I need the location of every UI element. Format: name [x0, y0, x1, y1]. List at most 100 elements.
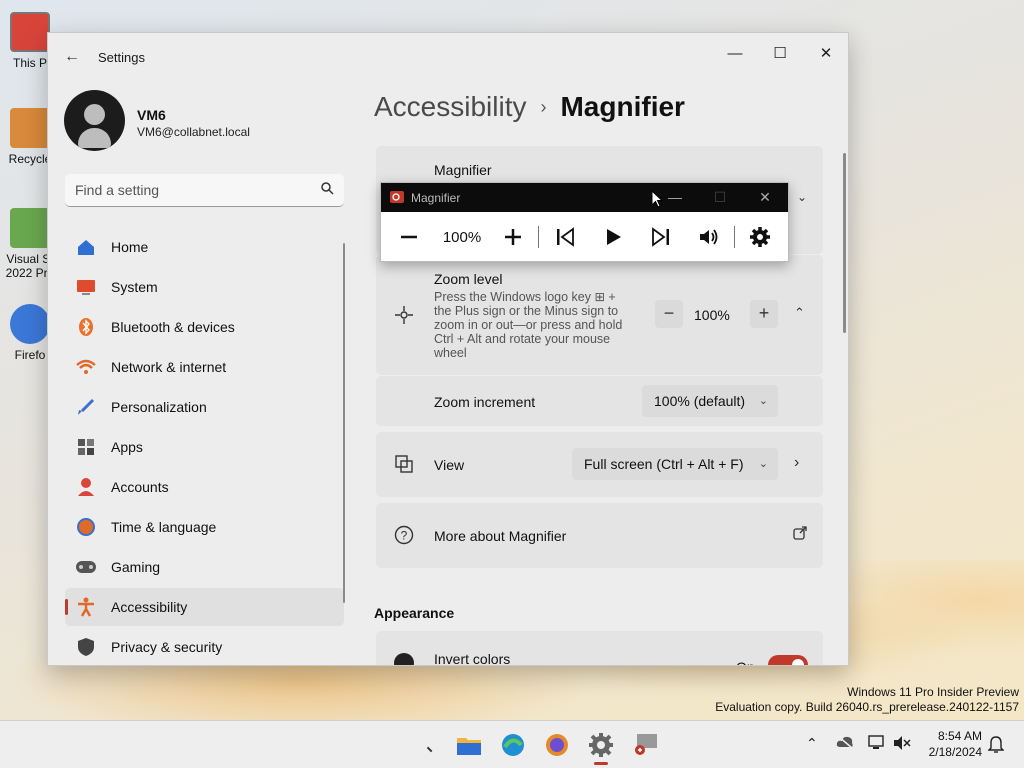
invert-colors-card: Invert colors On: [376, 631, 823, 666]
settings-taskbar-icon[interactable]: [587, 731, 615, 765]
more-about-title: More about Magnifier: [434, 528, 567, 544]
sidebar-item-system[interactable]: System: [65, 268, 344, 306]
mouse-cursor-icon: [651, 190, 663, 208]
volume-muted-icon[interactable]: [893, 735, 911, 754]
magnifier-zoom-out-button[interactable]: [397, 223, 421, 251]
invert-colors-toggle[interactable]: [768, 655, 808, 665]
sidebar-item-label: Apps: [111, 439, 143, 455]
magnifier-zoom-in-button[interactable]: [501, 223, 525, 251]
clock-time: 8:54 AM: [937, 729, 982, 743]
widgets-caret-icon[interactable]: [426, 743, 436, 753]
system-icon: [75, 277, 97, 297]
help-icon: ?: [394, 525, 414, 550]
sidebar-item-label: System: [111, 279, 158, 295]
title-bar: ← Settings — ☐ ✕: [48, 33, 848, 81]
view-selected: Full screen (Ctrl + Alt + F): [584, 456, 744, 472]
sidebar-item-label: Bluetooth & devices: [111, 319, 235, 335]
magnifier-zoom-value: 100%: [442, 228, 482, 246]
zoom-level-title: Zoom level: [434, 271, 503, 287]
sidebar-item-label: Network & internet: [111, 359, 227, 375]
visual-studio-icon: [10, 208, 50, 248]
breadcrumb: Accessibility › Magnifier: [374, 91, 685, 123]
sidebar-item-privacy[interactable]: Privacy & security: [65, 628, 344, 665]
watermark-line2: Evaluation copy. Build 26040.rs_prerelea…: [715, 700, 1019, 714]
content-scrollbar[interactable]: [843, 153, 846, 333]
external-link-icon[interactable]: [792, 525, 808, 546]
svg-text:?: ?: [401, 529, 408, 543]
chevron-up-icon[interactable]: ⌃: [806, 735, 818, 752]
play-icon[interactable]: [601, 223, 625, 251]
apps-icon: [75, 437, 97, 457]
sidebar-item-gaming[interactable]: Gaming: [65, 548, 344, 586]
chevron-down-icon[interactable]: ⌄: [797, 190, 807, 204]
zoom-increment-selected: 100% (default): [654, 393, 746, 409]
toolbar-divider: [538, 226, 539, 248]
magnifier-minimize-button[interactable]: —: [665, 189, 685, 205]
close-button[interactable]: ✕: [803, 39, 848, 69]
taskbar: ⌃ 8:54 AM 2/18/2024: [0, 720, 1024, 768]
magnifier-toolbar: Magnifier — ☐ ✕ 100%: [380, 182, 789, 262]
accounts-icon: [75, 477, 97, 497]
watermark-line1: Windows 11 Pro Insider Preview: [847, 685, 1019, 699]
sidebar-item-label: Accessibility: [111, 599, 188, 615]
profile-email: VM6@collabnet.local: [137, 125, 250, 139]
build-watermark: Windows 11 Pro Insider Preview Evaluatio…: [715, 685, 1019, 715]
zoom-level-description: Press the Windows logo key ⊞ + the Plus …: [434, 290, 623, 360]
shield-icon: [75, 637, 97, 657]
previous-icon[interactable]: [553, 223, 577, 251]
search-input[interactable]: [65, 174, 295, 205]
page-title: Magnifier: [560, 91, 685, 122]
minimize-button[interactable]: —: [712, 39, 758, 69]
sidebar-item-bluetooth[interactable]: Bluetooth & devices: [65, 308, 344, 346]
sidebar-item-apps[interactable]: Apps: [65, 428, 344, 466]
invert-colors-title: Invert colors: [434, 651, 511, 666]
notification-bell-icon[interactable]: [987, 735, 1005, 756]
magnifier-close-button[interactable]: ✕: [755, 189, 775, 206]
view-card[interactable]: View Full screen (Ctrl + Alt + F) ⌄ ›: [376, 432, 823, 497]
zoom-increment-dropdown[interactable]: 100% (default) ⌄: [642, 385, 778, 417]
view-dropdown[interactable]: Full screen (Ctrl + Alt + F) ⌄: [572, 448, 778, 480]
cloud-offline-icon[interactable]: [836, 735, 854, 752]
file-explorer-icon[interactable]: [455, 731, 483, 759]
sidebar-item-network[interactable]: Network & internet: [65, 348, 344, 386]
maximize-button[interactable]: ☐: [757, 39, 803, 69]
appearance-heading: Appearance: [374, 605, 455, 621]
sidebar-item-home[interactable]: Home: [65, 228, 344, 266]
network-icon[interactable]: [868, 735, 886, 754]
sidebar-item-label: Accounts: [111, 479, 169, 495]
monitor-icon: [10, 12, 50, 52]
bluetooth-icon: [75, 317, 97, 337]
next-icon[interactable]: [649, 223, 673, 251]
firefox-taskbar-icon[interactable]: [543, 731, 571, 759]
sidebar-item-label: Time & language: [111, 519, 217, 535]
magnifier-taskbar-icon[interactable]: [631, 731, 659, 759]
gear-icon[interactable]: [748, 223, 772, 251]
chevron-right-icon[interactable]: ›: [794, 454, 799, 472]
wifi-icon: [75, 357, 97, 377]
search-icon[interactable]: [321, 182, 334, 198]
chevron-down-icon: ⌄: [758, 458, 768, 470]
zoom-out-button[interactable]: −: [655, 300, 683, 328]
chevron-up-icon[interactable]: ⌃: [794, 305, 805, 321]
read-from-here-icon[interactable]: [697, 223, 721, 251]
firefox-icon: [10, 304, 50, 344]
sidebar-item-accounts[interactable]: Accounts: [65, 468, 344, 506]
sidebar-item-personalization[interactable]: Personalization: [65, 388, 344, 426]
avatar[interactable]: [64, 90, 125, 151]
sidebar-item-accessibility[interactable]: Accessibility: [65, 588, 344, 626]
sidebar-item-label: Personalization: [111, 399, 207, 415]
back-arrow-icon[interactable]: ←: [62, 47, 82, 67]
more-about-card[interactable]: ? More about Magnifier: [376, 503, 823, 568]
sidebar-scrollbar[interactable]: [343, 243, 345, 603]
sidebar-item-time-language[interactable]: Time & language: [65, 508, 344, 546]
magnifier-maximize-button[interactable]: ☐: [710, 189, 730, 206]
sidebar-item-label: Gaming: [111, 559, 161, 575]
home-icon: [75, 237, 97, 257]
magnifier-app-icon: [390, 191, 404, 203]
window-title: Settings: [98, 50, 145, 65]
magnifier-toolbar-title: Magnifier: [411, 191, 461, 205]
system-clock[interactable]: 8:54 AM 2/18/2024: [920, 728, 982, 760]
edge-browser-icon[interactable]: [499, 731, 527, 759]
zoom-in-button[interactable]: +: [750, 300, 778, 328]
breadcrumb-parent[interactable]: Accessibility: [374, 91, 526, 123]
